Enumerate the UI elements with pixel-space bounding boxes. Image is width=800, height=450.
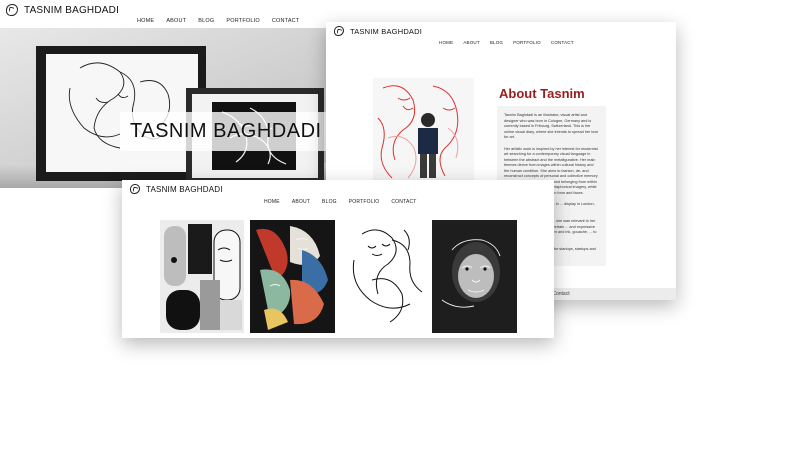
artist-photo — [373, 78, 474, 184]
logo-icon — [130, 184, 140, 194]
nav-portfolio[interactable]: PORTFOLIO — [226, 18, 259, 24]
nav-about[interactable]: ABOUT — [166, 18, 186, 24]
portfolio-screenshot: TASNIM BAGHDADI HOME ABOUT BLOG PORTFOLI… — [122, 180, 554, 338]
nav-contact[interactable]: CONTACT — [391, 199, 416, 205]
main-nav: HOME ABOUT BLOG PORTFOLIO CONTACT — [137, 18, 299, 24]
site-logo[interactable]: TASNIM BAGHDADI — [334, 26, 422, 36]
nav-blog[interactable]: BLOG — [198, 18, 214, 24]
about-heading: About Tasnim — [499, 86, 585, 101]
brand-name: TASNIM BAGHDADI — [24, 4, 120, 16]
nav-about[interactable]: ABOUT — [292, 199, 310, 205]
nav-portfolio[interactable]: PORTFOLIO — [349, 199, 380, 205]
portfolio-artwork-4[interactable] — [432, 220, 517, 333]
logo-icon — [6, 4, 18, 16]
portfolio-artwork-2[interactable] — [250, 220, 335, 333]
hero-title: TASNIM BAGHDADI — [120, 112, 332, 151]
main-nav: HOME ABOUT BLOG PORTFOLIO CONTACT — [439, 40, 574, 45]
brand-name: TASNIM BAGHDADI — [350, 26, 423, 36]
portfolio-artwork-3[interactable] — [342, 220, 426, 333]
nav-home[interactable]: HOME — [137, 18, 154, 24]
portfolio-artwork-1[interactable] — [160, 220, 244, 333]
nav-blog[interactable]: BLOG — [322, 199, 337, 205]
logo-icon — [334, 26, 344, 36]
nav-contact[interactable]: CONTACT — [272, 18, 300, 24]
about-paragraph: Tasnim Baghdadi is an illustrator, visua… — [504, 113, 599, 139]
nav-home[interactable]: HOME — [439, 40, 453, 45]
main-nav: HOME ABOUT BLOG PORTFOLIO CONTACT — [264, 199, 417, 205]
site-logo[interactable]: TASNIM BAGHDADI — [130, 184, 223, 194]
nav-portfolio[interactable]: PORTFOLIO — [513, 40, 541, 45]
nav-blog[interactable]: BLOG — [490, 40, 503, 45]
footer-contact-link[interactable]: Contact — [552, 291, 569, 297]
nav-contact[interactable]: CONTACT — [551, 40, 574, 45]
nav-home[interactable]: HOME — [264, 199, 280, 205]
site-logo[interactable]: TASNIM BAGHDADI — [6, 4, 119, 16]
nav-about[interactable]: ABOUT — [463, 40, 480, 45]
brand-name: TASNIM BAGHDADI — [146, 184, 223, 194]
